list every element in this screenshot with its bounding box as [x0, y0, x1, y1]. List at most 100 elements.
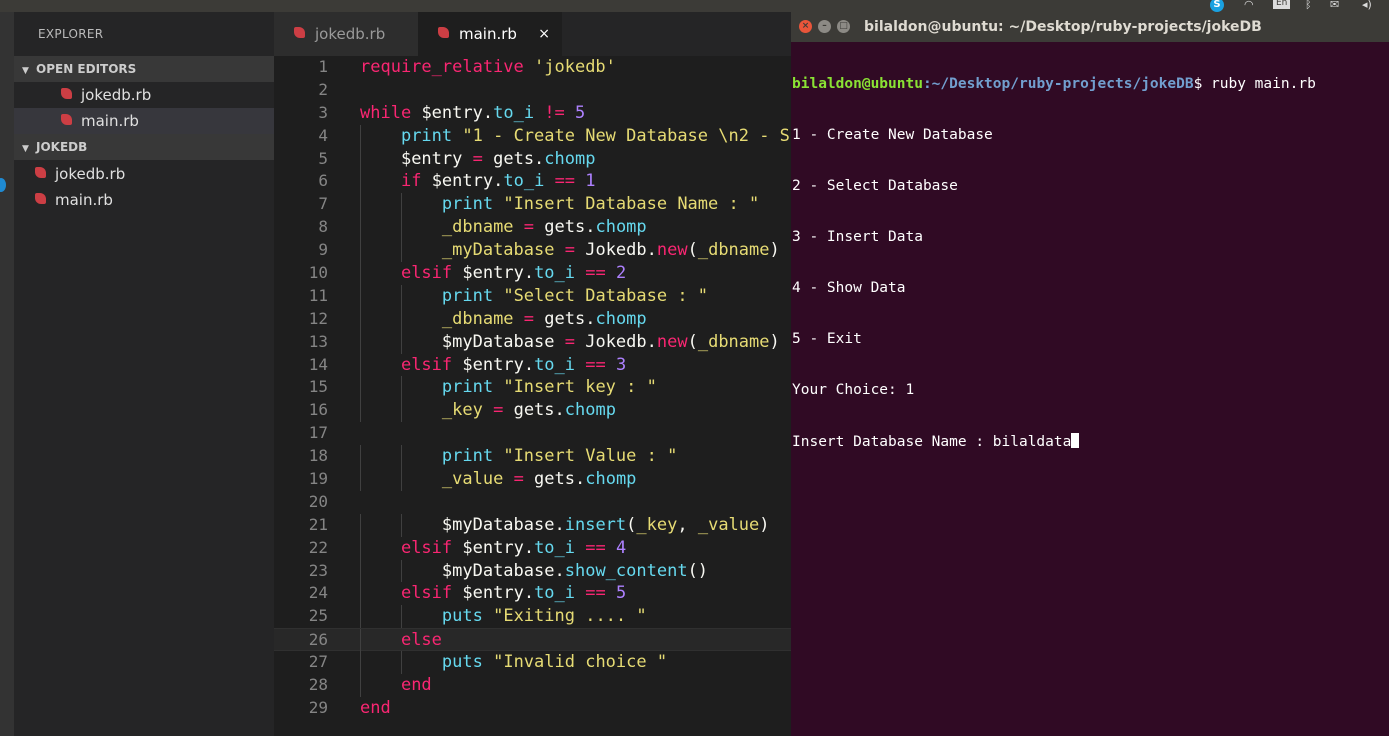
code-token: gets.	[523, 469, 586, 490]
keyboard-layout-indicator[interactable]: En	[1273, 0, 1291, 9]
top-panel: S ◠ En ᛒ ✉ ◂)	[0, 0, 1389, 12]
code-line[interactable]: 19 _value = gets.chomp	[274, 468, 791, 491]
code-token: ==	[585, 263, 606, 284]
project-section[interactable]: ▼ JOKEDB	[14, 134, 274, 160]
code-token: gets.	[503, 400, 565, 421]
project-label: JOKEDB	[36, 140, 88, 154]
code-line[interactable]: 11 print "Select Database : "	[274, 284, 791, 308]
close-window-button[interactable]: ×	[799, 20, 812, 33]
code-editor[interactable]: 1 require_relative 'jokedb' 2 3 while $entry…	[274, 56, 791, 736]
skype-icon[interactable]: S	[1210, 0, 1224, 12]
wifi-icon[interactable]: ◠	[1244, 0, 1254, 12]
code-token: print	[441, 446, 494, 467]
code-line[interactable]: 1 require_relative 'jokedb'	[274, 56, 791, 79]
line-number: 15	[308, 377, 328, 397]
terminal-output[interactable]: bilaldon@ubuntu:~/Desktop/ruby-projects/…	[792, 42, 1389, 485]
code-token: !=	[544, 102, 565, 123]
code-token: elsif	[400, 583, 453, 604]
code-line[interactable]: 7 print "Insert Database Name : "	[274, 193, 791, 217]
bluetooth-icon[interactable]: ᛒ	[1305, 0, 1312, 12]
code-line[interactable]: 17	[274, 422, 791, 445]
code-token: "Insert Value : "	[503, 446, 678, 467]
file-label: main.rb	[55, 191, 113, 209]
line-source: _dbname = gets.chomp	[360, 216, 647, 239]
line-source: puts "Invalid choice "	[360, 651, 667, 674]
maximize-window-button[interactable]: □	[837, 20, 850, 33]
code-line[interactable]: 23 $myDatabase.show_content()	[274, 559, 791, 583]
minimize-window-button[interactable]: –	[818, 20, 831, 33]
code-token: 1	[585, 171, 596, 192]
code-line[interactable]: 15 print "Insert key : "	[274, 376, 791, 400]
code-line[interactable]: 9 _myDatabase = Jokedb.new(_dbname)	[274, 239, 791, 263]
terminal-window[interactable]: × – □ bilaldon@ubuntu: ~/Desktop/ruby-pr…	[791, 12, 1389, 736]
terminal-input-line[interactable]: Insert Database Name : bilaldata	[792, 433, 1389, 451]
code-token: _key	[441, 400, 483, 421]
code-line[interactable]: 10 elsif $entry.to_i == 2	[274, 262, 791, 285]
file-item-main[interactable]: main.rb	[14, 187, 274, 213]
terminal-line: 4 - Show Data	[792, 280, 906, 296]
code-area[interactable]: 1 require_relative 'jokedb' 2 3 while $entry…	[274, 56, 791, 720]
code-token: _dbname	[441, 217, 514, 238]
code-line[interactable]: 14 elsif $entry.to_i == 3	[274, 353, 791, 377]
code-line[interactable]: 18 print "Insert Value : "	[274, 445, 791, 469]
code-token: new	[656, 331, 688, 352]
line-source: _value = gets.chomp	[360, 468, 637, 491]
tab-jokedb[interactable]: jokedb.rb	[274, 12, 418, 56]
code-line[interactable]: 8 _dbname = gets.chomp	[274, 216, 791, 240]
code-line[interactable]: 27 puts "Invalid choice "	[274, 651, 791, 675]
code-token: .	[554, 560, 565, 581]
open-editors-section[interactable]: ▼ OPEN EDITORS	[14, 56, 274, 82]
code-line[interactable]: 21 $myDatabase.insert(_key, _value)	[274, 513, 791, 537]
file-item-jokedb[interactable]: jokedb.rb	[14, 161, 274, 187]
open-editor-item-jokedb[interactable]: jokedb.rb	[14, 82, 274, 108]
code-line[interactable]: 6 if $entry.to_i == 1	[274, 170, 791, 194]
tab-main[interactable]: main.rb ×	[418, 12, 562, 56]
code-token: "Invalid choice "	[493, 652, 668, 673]
terminal-line: 2 - Select Database	[792, 178, 958, 194]
code-line[interactable]: 24 elsif $entry.to_i == 5	[274, 582, 791, 606]
terminal-cursor	[1071, 433, 1080, 448]
code-token: end	[400, 675, 432, 696]
line-number: 8	[318, 217, 328, 237]
code-line[interactable]: 16 _key = gets.chomp	[274, 399, 791, 423]
line-source: end	[360, 697, 391, 720]
code-line[interactable]: 12 _dbname = gets.chomp	[274, 307, 791, 331]
close-icon[interactable]: ×	[538, 12, 550, 56]
line-number: 21	[308, 514, 328, 534]
code-token: )	[759, 514, 770, 535]
code-line[interactable]: 5 $entry = gets.chomp	[274, 147, 791, 171]
code-line[interactable]: 25 puts "Exiting .... "	[274, 605, 791, 629]
code-line[interactable]: 3 while $entry.to_i != 5	[274, 102, 791, 125]
mail-icon[interactable]: ✉	[1330, 0, 1339, 12]
volume-icon[interactable]: ◂)	[1362, 0, 1372, 12]
code-line[interactable]: 13 $myDatabase = Jokedb.new(_dbname)	[274, 330, 791, 354]
open-editor-item-main[interactable]: main.rb	[14, 108, 274, 134]
chevron-down-icon: ▼	[22, 66, 29, 76]
code-line[interactable]: 28 end	[274, 674, 791, 697]
code-line[interactable]: 4 print "1 - Create New Database \n2 - S	[274, 124, 791, 148]
code-token: "Exiting .... "	[493, 606, 647, 627]
code-token: _value	[697, 514, 760, 535]
line-number: 1	[318, 57, 328, 76]
code-line[interactable]: 2	[274, 79, 791, 102]
code-line[interactable]: 22 elsif $entry.to_i == 4	[274, 536, 791, 560]
code-line[interactable]: 29 end	[274, 697, 791, 720]
code-token: $entry	[421, 102, 483, 123]
code-line[interactable]: 26 else	[274, 628, 791, 653]
line-number: 9	[318, 240, 328, 260]
code-token: 3	[616, 354, 627, 375]
code-line[interactable]: 20	[274, 491, 791, 514]
prompt-path: :~/Desktop/ruby-projects/jokeDB	[922, 76, 1194, 92]
